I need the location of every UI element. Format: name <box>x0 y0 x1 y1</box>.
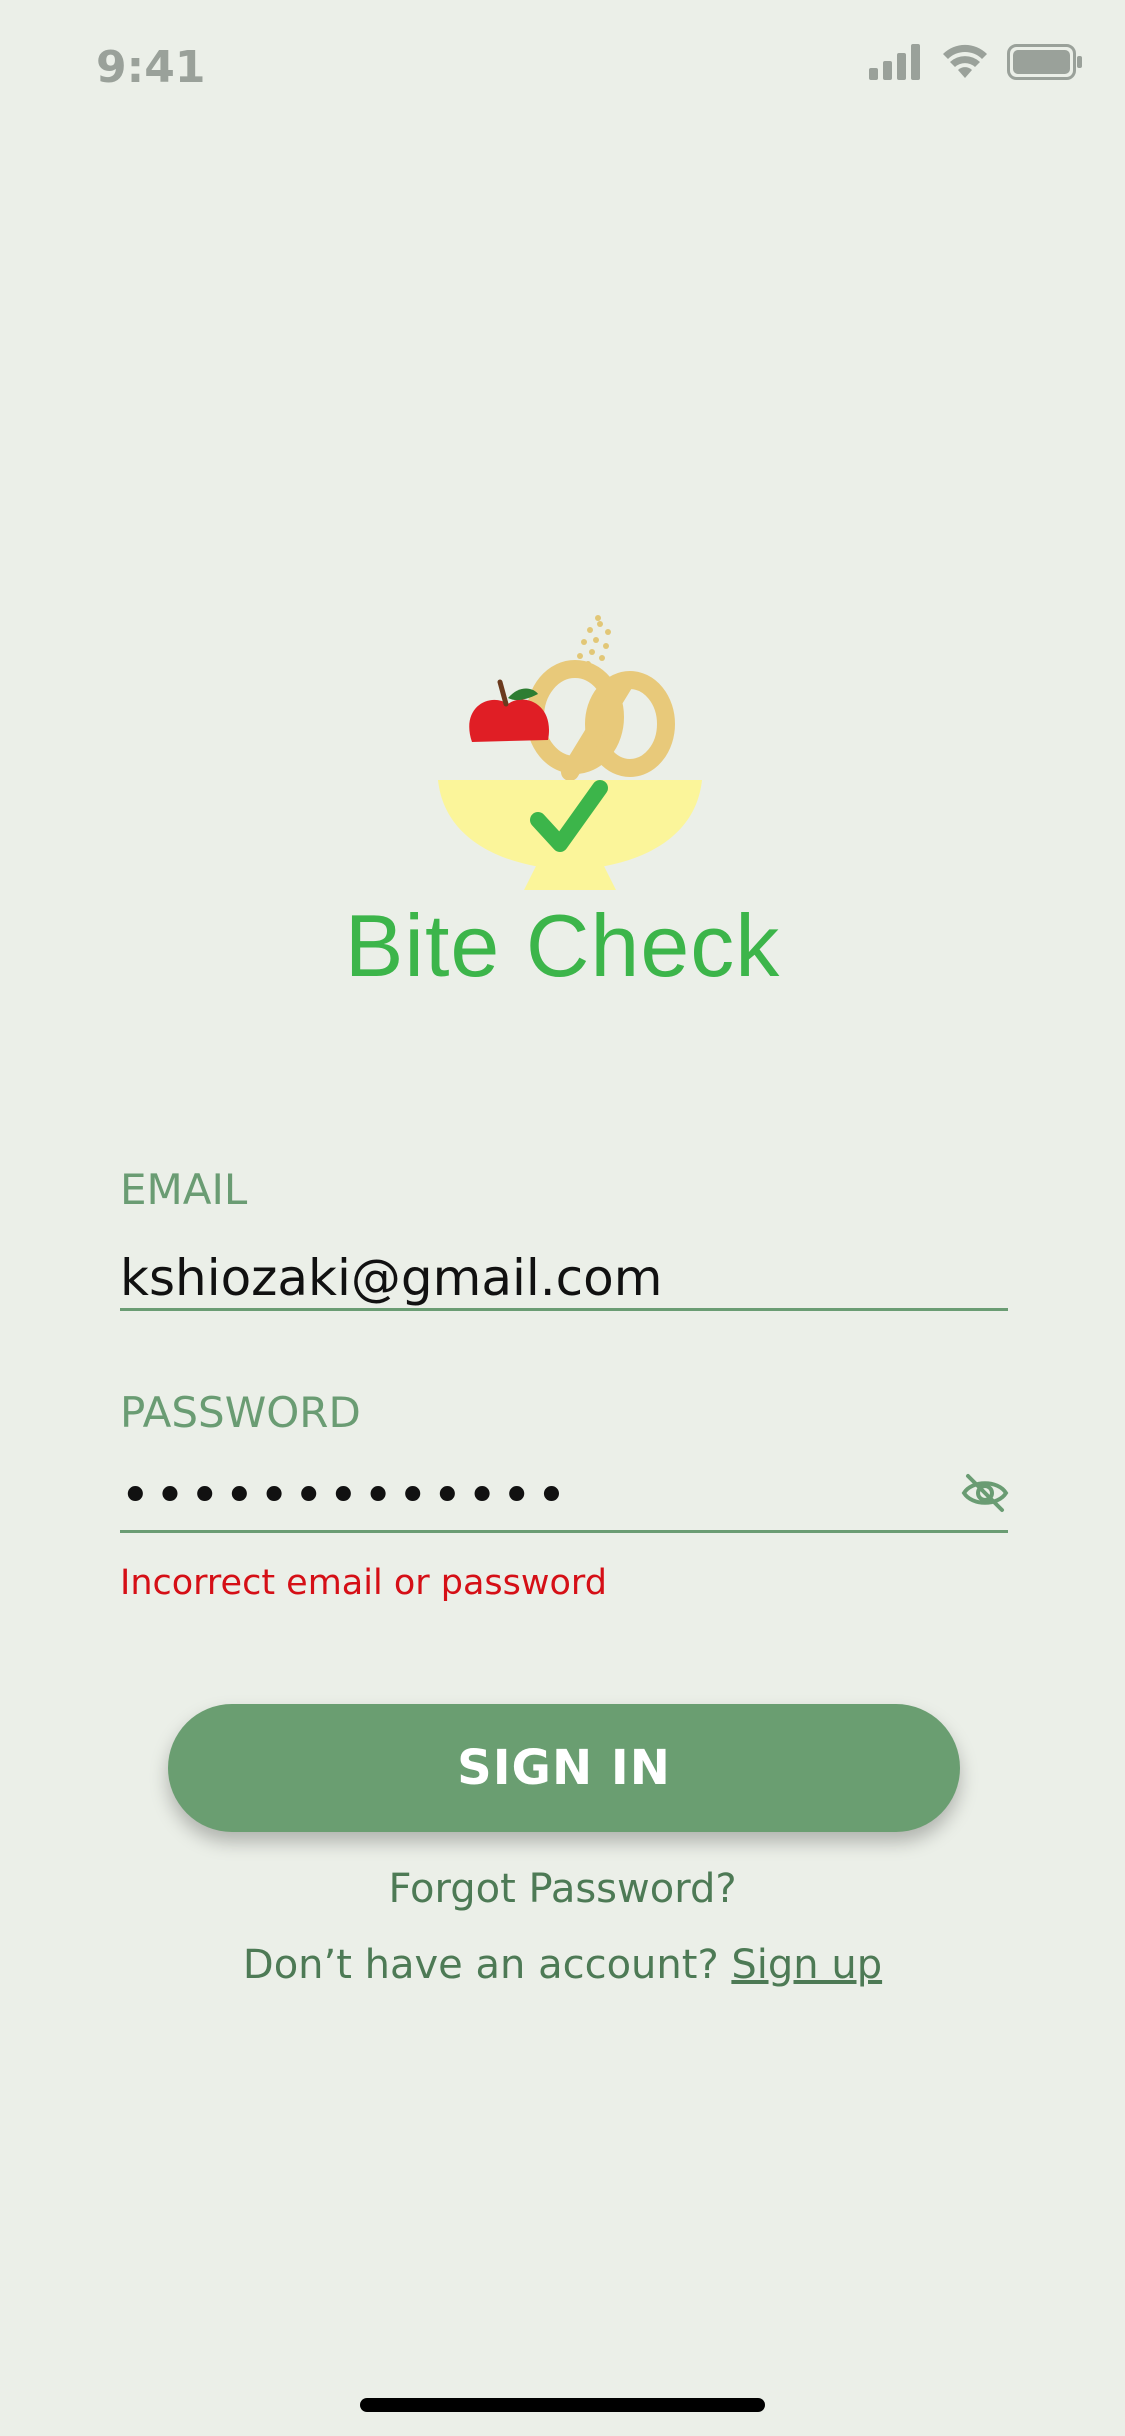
email-underline <box>120 1308 1008 1311</box>
home-indicator[interactable] <box>360 2398 765 2412</box>
brand-name: Bite Check <box>344 896 781 995</box>
sign-up-link[interactable]: Sign up <box>731 1942 882 1988</box>
status-bar: 9:41 <box>0 0 1125 130</box>
forgot-password-link[interactable]: Forgot Password? <box>0 1866 1125 1912</box>
password-field[interactable]: ••••••••••••• <box>120 1466 940 1538</box>
email-label: EMAIL <box>120 1165 248 1214</box>
no-account-prompt: Don’t have an account? <box>242 1942 719 1988</box>
status-icons <box>869 44 1083 80</box>
bowl-with-apple-pretzel-check-icon <box>438 615 702 890</box>
battery-icon <box>1007 44 1082 80</box>
email-field[interactable] <box>120 1242 1008 1314</box>
eye-off-icon[interactable] <box>960 1468 1010 1518</box>
cellular-signal-icon <box>869 44 920 80</box>
password-label: PASSWORD <box>120 1388 361 1437</box>
status-time: 9:41 <box>96 42 206 93</box>
password-underline <box>120 1530 1008 1533</box>
wifi-icon <box>943 44 987 78</box>
error-message: Incorrect email or password <box>120 1563 607 1603</box>
sign-in-button[interactable]: SIGN IN <box>168 1704 960 1832</box>
signup-row: Don’t have an account? Sign up <box>0 1942 1125 1988</box>
